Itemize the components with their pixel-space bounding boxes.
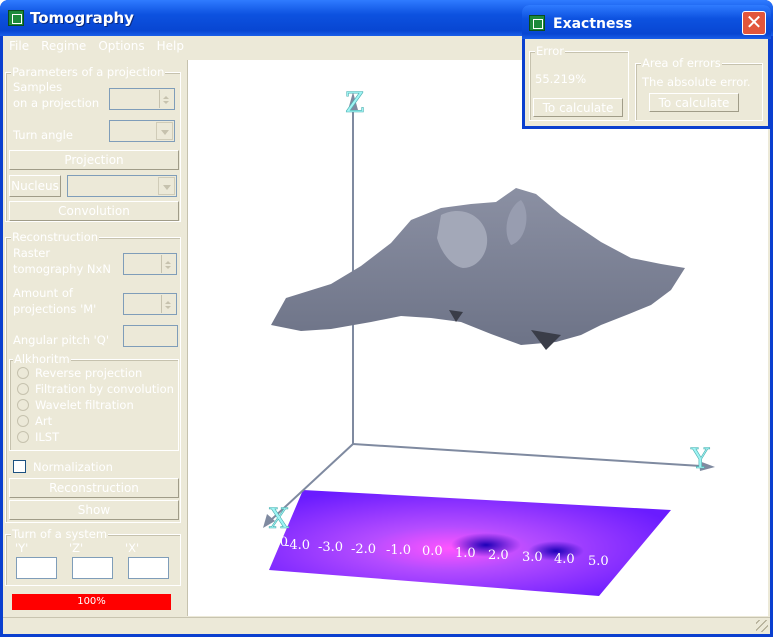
x-tick: 1.0 [455, 546, 476, 561]
samples-label-line2: on a projection [13, 96, 100, 110]
samples-label-line1: Samples [13, 80, 63, 94]
radio-label: Filtration by convolution [35, 382, 174, 396]
control-panel: Parameters of a projection Samples on a … [3, 60, 185, 617]
spinner-arrows-icon[interactable] [161, 255, 175, 273]
x-tick: -2.0 [351, 542, 376, 557]
area-errors-text: The absolute error. [642, 75, 751, 89]
app-icon [529, 15, 545, 31]
z-tick-labels: 1.00 0.80 0.60 0.40 0.20 -0.40 -0.60 -0.… [313, 113, 344, 444]
z-tick: 0.60 [313, 176, 340, 190]
raster-spinner[interactable] [123, 253, 177, 275]
app-icon [8, 10, 24, 26]
turn-x-label: 'X' [125, 541, 140, 555]
dialog-body: Error 55.219% To calculate Area of error… [525, 39, 768, 126]
x-tick: 0.0 [422, 544, 443, 559]
convolution-button[interactable]: Convolution [9, 201, 179, 221]
x-axis-label: X [269, 502, 289, 535]
calculate-error-button[interactable]: To calculate [533, 98, 623, 117]
samples-spinner[interactable] [109, 88, 175, 110]
angular-pitch-label: Angular pitch 'Q' [13, 333, 110, 347]
y-axis [352, 443, 702, 467]
z-tick: -0.40 [313, 334, 344, 348]
amount-label-line1: Amount of [13, 286, 73, 300]
x-tick: 5.0 [588, 554, 609, 569]
error-group-title: Error [535, 44, 566, 58]
radio-label: Reverse projection [35, 366, 143, 380]
reconstruction-button[interactable]: Reconstruction [9, 478, 179, 498]
error-value: 55.219% [535, 72, 587, 86]
z-tick: 0.80 [313, 144, 340, 158]
view-3d[interactable]: Z Y X 1.00 0.80 0.60 0.40 0.20 -0.40 -0.… [187, 60, 768, 616]
projections-spinner[interactable] [123, 293, 177, 315]
x-tick: -1.0 [386, 543, 411, 558]
spinner-arrows-icon[interactable] [161, 295, 175, 313]
menu-file[interactable]: File [3, 36, 35, 53]
x-tick: 2.0 [488, 548, 509, 563]
progress-bar: 100% [12, 594, 171, 610]
raster-label-line2: tomography NxN [13, 262, 111, 276]
area-errors-group: Area of errors [635, 56, 763, 121]
z-tick: 0.40 [313, 207, 340, 221]
view-3d-canvas: Z Y X 1.00 0.80 0.60 0.40 0.20 -0.40 -0.… [263, 86, 715, 596]
status-bar [3, 617, 770, 634]
turn-z-field[interactable] [72, 557, 113, 579]
chevron-down-icon[interactable] [156, 122, 173, 140]
turn-z-label: 'Z' [69, 541, 84, 555]
spinner-arrows-icon[interactable] [159, 90, 173, 108]
projection-button[interactable]: Projection [9, 150, 179, 170]
x-tick: 4.0 [554, 552, 575, 567]
x-tick: 3.0 [522, 550, 543, 565]
z-tick: -1.00 [313, 430, 344, 444]
z-tick: 0.20 [313, 239, 340, 253]
radio-label: Wavelet filtration [35, 398, 134, 412]
area-errors-group-title: Area of errors [641, 56, 722, 70]
raster-label-line1: Raster [13, 246, 51, 260]
reconstruction-group-title: Reconstruction [11, 230, 100, 244]
window-title: Tomography [30, 9, 134, 27]
dialog-title: Exactness [553, 16, 633, 32]
dialog-title-bar[interactable]: Exactness ✕ [522, 5, 771, 39]
turn-y-label: 'Y' [15, 541, 29, 555]
turn-system-group-title: Turn of a system [11, 527, 109, 541]
y-axis-label: Y [690, 442, 710, 475]
menu-help[interactable]: Help [151, 36, 190, 53]
turn-x-field[interactable] [128, 557, 169, 579]
z-axis-label: Z [345, 86, 364, 119]
calculate-area-button[interactable]: To calculate [649, 93, 739, 112]
menu-regime[interactable]: Regime [35, 36, 92, 53]
exactness-dialog: Exactness ✕ Error 55.219% To calculate A… [522, 5, 771, 129]
turn-angle-combo[interactable] [109, 120, 175, 142]
z-tick: -0.80 [313, 398, 344, 412]
angular-pitch-field[interactable] [123, 325, 178, 347]
radio-ilst[interactable] [17, 431, 29, 443]
resize-grip-icon[interactable] [756, 620, 768, 632]
normalization-label: Normalization [33, 460, 113, 474]
show-button[interactable]: Show [9, 500, 179, 520]
turn-y-field[interactable] [16, 557, 57, 579]
amount-label-line2: projections 'M' [13, 302, 97, 316]
menu-options[interactable]: Options [92, 36, 150, 53]
z-tick: 1.00 [313, 113, 340, 127]
radio-filtration-convolution[interactable] [17, 383, 29, 395]
nucleus-combo[interactable] [67, 175, 177, 197]
radio-label: Art [35, 414, 53, 428]
chevron-down-icon[interactable] [158, 177, 175, 195]
z-tick: -0.60 [313, 366, 344, 380]
x-tick: -4.0 [285, 538, 310, 553]
progress-text: 100% [77, 596, 106, 607]
radio-label: ILST [35, 430, 60, 444]
nucleus-button[interactable]: Nucleus [9, 175, 61, 197]
projection-group-title: Parameters of a projection [11, 65, 166, 79]
x-tick: -3.0 [318, 540, 343, 555]
radio-reverse-projection[interactable] [17, 367, 29, 379]
turn-angle-label: Turn angle [13, 128, 73, 142]
radio-wavelet-filtration[interactable] [17, 399, 29, 411]
normalization-checkbox[interactable] [13, 460, 26, 473]
radio-art[interactable] [17, 415, 29, 427]
algorithm-group-title: Alkhoritm [13, 352, 71, 366]
close-icon[interactable]: ✕ [742, 11, 766, 35]
